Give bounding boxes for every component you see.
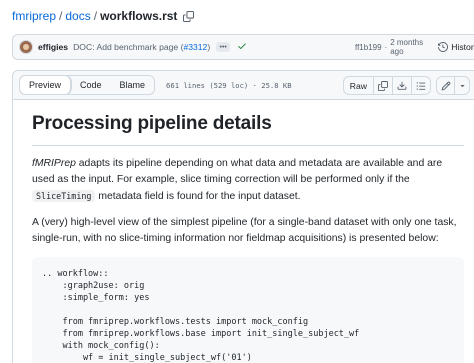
commit-meta: ff1b199 · 2 months ago History bbox=[355, 35, 474, 59]
code-line: from fmriprep.workflows.tests import moc… bbox=[42, 317, 309, 327]
history-label: History bbox=[451, 42, 474, 52]
commit-message-suffix: ) bbox=[207, 42, 211, 52]
page-title: Processing pipeline details bbox=[32, 112, 464, 146]
commit-sha[interactable]: ff1b199 bbox=[355, 43, 382, 52]
history-icon bbox=[438, 42, 449, 52]
edit-button-group bbox=[436, 76, 470, 95]
outline-button[interactable] bbox=[412, 76, 431, 95]
breadcrumb-file-name: workflows.rst bbox=[100, 9, 178, 23]
commit-pr-link[interactable]: #3312 bbox=[183, 42, 207, 52]
copy-path-icon[interactable] bbox=[182, 10, 194, 22]
tab-preview[interactable]: Preview bbox=[20, 76, 72, 94]
intro-emphasis: fMRIPrep bbox=[32, 158, 76, 169]
code-line: :graph2use: orig bbox=[42, 281, 145, 291]
rendered-document: Processing pipeline details fMRIPrep ada… bbox=[32, 112, 464, 363]
code-block: .. workflow:: :graph2use: orig :simple_f… bbox=[32, 257, 464, 363]
commit-age: 2 months ago bbox=[390, 38, 424, 56]
copy-raw-button[interactable] bbox=[374, 76, 393, 95]
code-line: with mock_config(): bbox=[42, 341, 160, 351]
file-info: 661 lines (529 loc) · 25.8 KB bbox=[166, 80, 292, 90]
tab-blame[interactable]: Blame bbox=[111, 76, 155, 94]
file-toolbar: Raw bbox=[342, 76, 470, 95]
raw-button[interactable]: Raw bbox=[342, 76, 374, 95]
commit-message: DOC: Add benchmark page (#3312) bbox=[73, 42, 210, 52]
list-icon bbox=[416, 81, 426, 90]
overview-paragraph: A (very) high-level view of the simplest… bbox=[32, 217, 457, 244]
copy-icon bbox=[378, 80, 388, 91]
meta-separator: · bbox=[384, 42, 388, 52]
check-icon[interactable] bbox=[237, 41, 247, 54]
commit-message-prefix[interactable]: DOC: Add benchmark page ( bbox=[73, 42, 183, 52]
edit-dropdown-button[interactable] bbox=[455, 76, 470, 95]
commit-author[interactable]: effigies bbox=[38, 42, 68, 52]
code-line: wf = init_single_subject_wf('01') bbox=[42, 353, 252, 363]
edit-file-button[interactable] bbox=[436, 76, 455, 95]
breadcrumb-repo-link[interactable]: fmriprep bbox=[12, 9, 56, 23]
expand-commit-button[interactable]: ••• bbox=[216, 42, 231, 52]
code-line: from fmriprep.workflows.base import init… bbox=[42, 329, 360, 339]
pencil-icon bbox=[441, 81, 450, 90]
intro-text: adapts its pipeline depending on what da… bbox=[32, 158, 443, 185]
breadcrumb-separator: / bbox=[59, 9, 63, 23]
latest-commit-bar: effigies DOC: Add benchmark page (#3312)… bbox=[12, 34, 474, 60]
avatar[interactable] bbox=[19, 40, 33, 54]
download-icon bbox=[397, 81, 407, 90]
code-line: .. workflow:: bbox=[42, 269, 109, 279]
breadcrumb-separator: / bbox=[93, 9, 98, 23]
file-header: Preview Code Blame 661 lines (529 loc) ·… bbox=[13, 71, 474, 100]
download-raw-button[interactable] bbox=[393, 76, 412, 95]
triangle-down-icon bbox=[459, 84, 465, 88]
intro-paragraph: fMRIPrep adapts its pipeline depending o… bbox=[32, 156, 464, 205]
code-line: :simple_form: yes bbox=[42, 293, 150, 303]
tab-code[interactable]: Code bbox=[71, 76, 111, 94]
inline-code: SliceTiming bbox=[32, 190, 96, 202]
breadcrumb: fmriprep / docs / workflows.rst bbox=[12, 8, 194, 24]
intro-text-end: metadata field is found for the input da… bbox=[95, 191, 301, 202]
history-button[interactable]: History bbox=[438, 42, 474, 52]
view-mode-tabs: Preview Code Blame bbox=[19, 75, 156, 95]
breadcrumb-folder-link[interactable]: docs bbox=[65, 9, 90, 23]
